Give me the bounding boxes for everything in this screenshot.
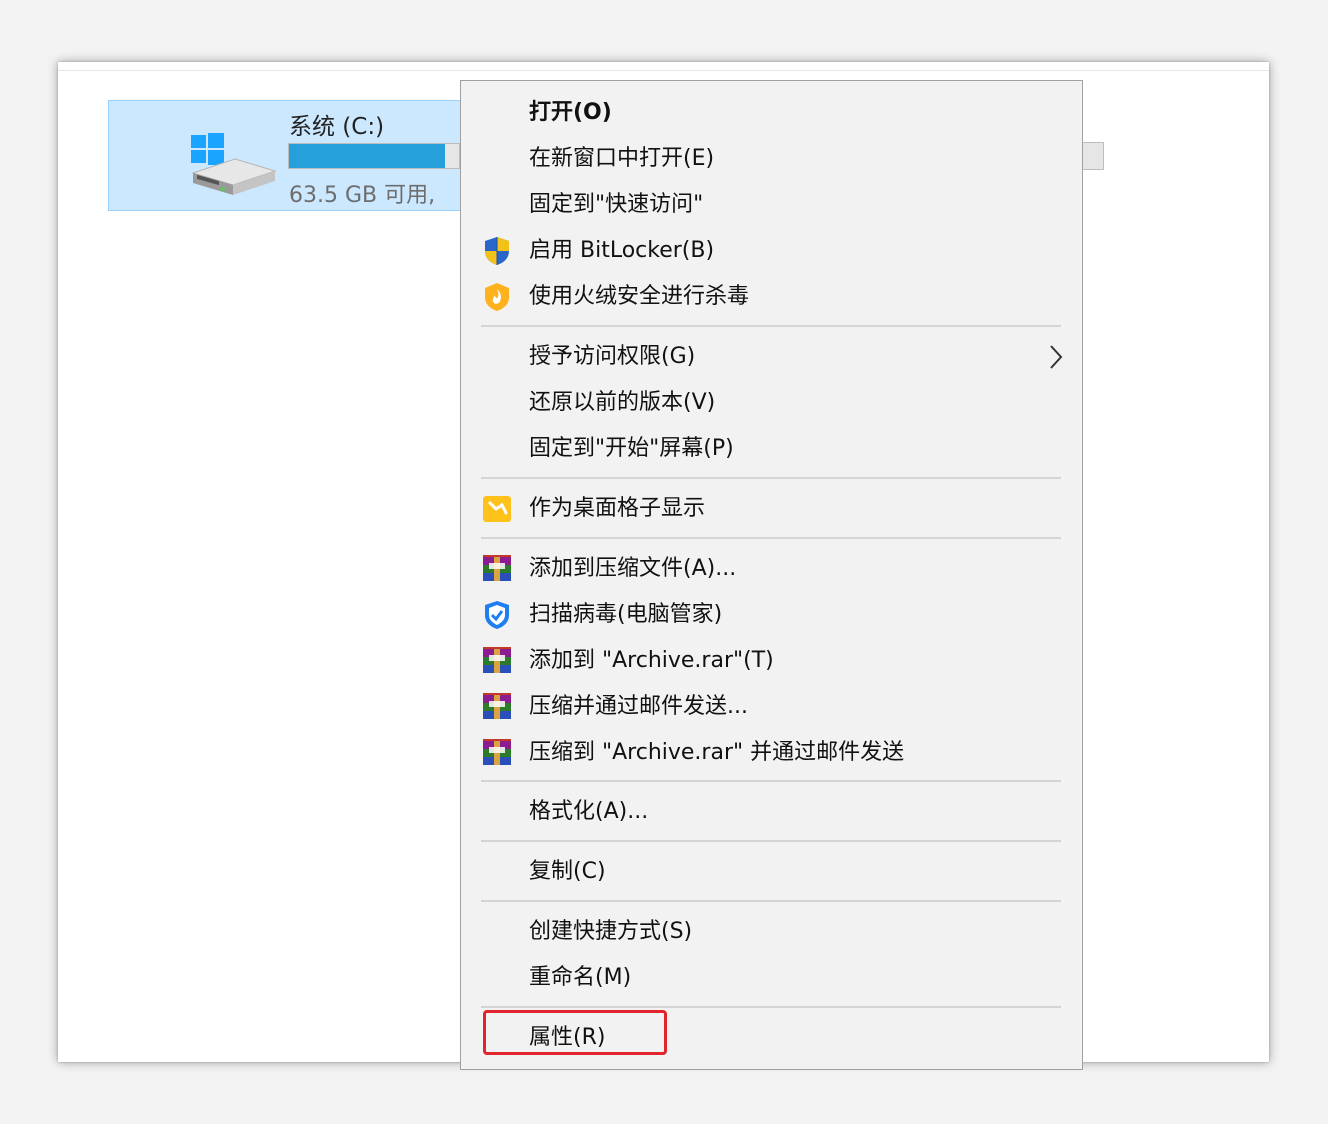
menu-item-label: 打开(O) xyxy=(529,100,612,125)
hard-drive-icon xyxy=(191,133,277,195)
menu-item-label: 固定到"快速访问" xyxy=(529,192,704,217)
menu-item-label: 作为桌面格子显示 xyxy=(529,496,706,521)
properties-highlight-box xyxy=(483,1010,667,1055)
menu-separator xyxy=(481,477,1061,479)
desktop-grid-icon xyxy=(483,496,511,522)
menu-item-pin-start[interactable]: 固定到"开始"屏幕(P) xyxy=(461,427,1082,471)
menu-item-rename[interactable]: 重命名(M) xyxy=(461,956,1082,1000)
menu-item-create-shortcut[interactable]: 创建快捷方式(S) xyxy=(461,910,1082,954)
menu-item-add-to-archive-rar[interactable]: 添加到 "Archive.rar"(T) xyxy=(461,639,1082,683)
menu-item-label: 使用火绒安全进行杀毒 xyxy=(529,284,750,309)
menu-separator xyxy=(481,840,1061,842)
context-menu: 打开(O) 在新窗口中打开(E) 固定到"快速访问" 启用 BitLocker(… xyxy=(460,80,1083,1070)
menu-item-huorong-scan[interactable]: 使用火绒安全进行杀毒 xyxy=(461,275,1082,319)
menu-item-label: 启用 BitLocker(B) xyxy=(529,238,715,263)
drive-name: 系统 (C:) xyxy=(289,114,385,140)
chevron-right-icon xyxy=(1050,345,1063,369)
drive-free-space: 63.5 GB 可用, xyxy=(289,183,436,208)
menu-item-label: 格式化(A)... xyxy=(529,799,649,824)
menu-item-copy[interactable]: 复制(C) xyxy=(461,850,1082,894)
menu-item-label: 授予访问权限(G) xyxy=(529,344,696,369)
menu-item-format[interactable]: 格式化(A)... xyxy=(461,790,1082,834)
menu-item-label: 扫描病毒(电脑管家) xyxy=(529,602,723,627)
menu-separator xyxy=(481,325,1061,327)
drive-c-tile[interactable]: 系统 (C:) 63.5 GB 可用, xyxy=(108,100,508,211)
menu-item-label: 还原以前的版本(V) xyxy=(529,390,716,415)
menu-item-pin-quick-access[interactable]: 固定到"快速访问" xyxy=(461,183,1082,227)
menu-item-open[interactable]: 打开(O) xyxy=(461,91,1082,135)
menu-item-label: 固定到"开始"屏幕(P) xyxy=(529,436,734,461)
menu-item-label: 重命名(M) xyxy=(529,965,632,990)
winrar-icon xyxy=(483,647,511,673)
window-divider xyxy=(58,70,1269,71)
menu-item-label: 压缩并通过邮件发送... xyxy=(529,694,748,719)
menu-item-label: 复制(C) xyxy=(529,859,606,884)
menu-item-label: 创建快捷方式(S) xyxy=(529,919,693,944)
huorong-icon xyxy=(485,283,509,311)
menu-item-bitlocker[interactable]: 启用 BitLocker(B) xyxy=(461,229,1082,273)
menu-item-open-new-window[interactable]: 在新窗口中打开(E) xyxy=(461,137,1082,181)
menu-item-scan-virus-pc-manager[interactable]: 扫描病毒(电脑管家) xyxy=(461,593,1082,637)
menu-item-label: 压缩到 "Archive.rar" 并通过邮件发送 xyxy=(529,740,905,765)
drive-usage-bar xyxy=(288,143,460,169)
menu-item-label: 添加到 "Archive.rar"(T) xyxy=(529,648,774,673)
winrar-icon xyxy=(483,693,511,719)
winrar-icon xyxy=(483,555,511,581)
winrar-icon xyxy=(483,739,511,765)
menu-item-compress-rar-and-email[interactable]: 压缩到 "Archive.rar" 并通过邮件发送 xyxy=(461,731,1082,775)
menu-separator xyxy=(481,1006,1061,1008)
menu-separator xyxy=(481,537,1061,539)
menu-item-grant-access[interactable]: 授予访问权限(G) xyxy=(461,335,1082,379)
drive-usage-fill xyxy=(289,144,446,168)
menu-item-compress-and-email[interactable]: 压缩并通过邮件发送... xyxy=(461,685,1082,729)
menu-item-label: 添加到压缩文件(A)... xyxy=(529,556,737,581)
menu-separator xyxy=(481,900,1061,902)
menu-separator xyxy=(481,780,1061,782)
pc-manager-shield-icon xyxy=(485,601,509,629)
second-drive-usage-bar xyxy=(1082,142,1104,170)
menu-item-label: 在新窗口中打开(E) xyxy=(529,146,715,171)
menu-item-add-to-archive[interactable]: 添加到压缩文件(A)... xyxy=(461,547,1082,591)
menu-item-desktop-grid[interactable]: 作为桌面格子显示 xyxy=(461,487,1082,531)
uac-shield-icon xyxy=(485,237,509,265)
menu-item-restore-versions[interactable]: 还原以前的版本(V) xyxy=(461,381,1082,425)
